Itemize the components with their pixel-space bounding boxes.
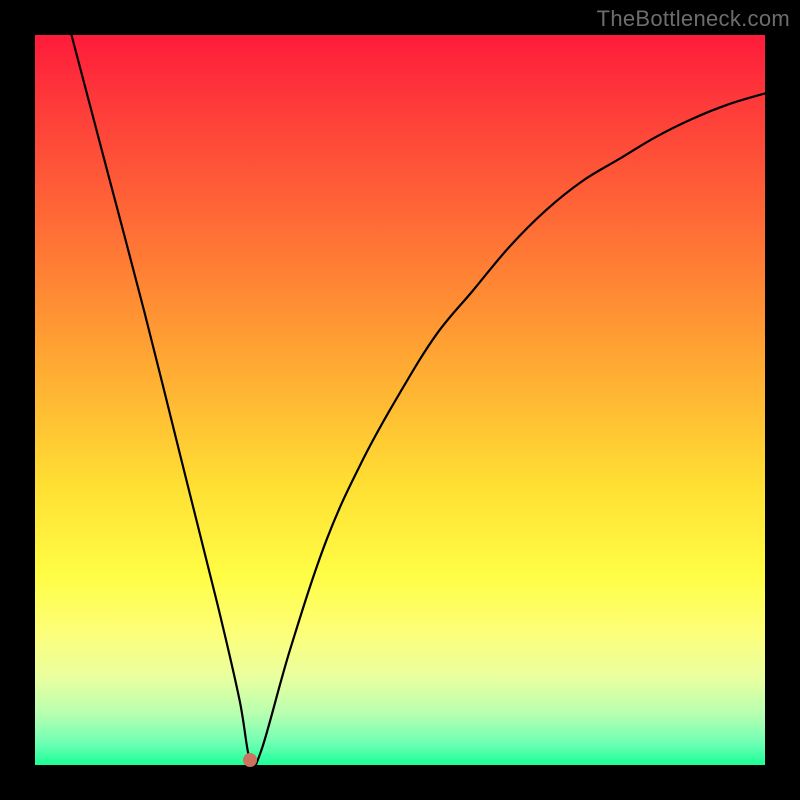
plot-area	[35, 35, 765, 765]
chart-frame: TheBottleneck.com	[0, 0, 800, 800]
watermark-text: TheBottleneck.com	[597, 6, 790, 32]
bottleneck-curve	[35, 35, 765, 765]
